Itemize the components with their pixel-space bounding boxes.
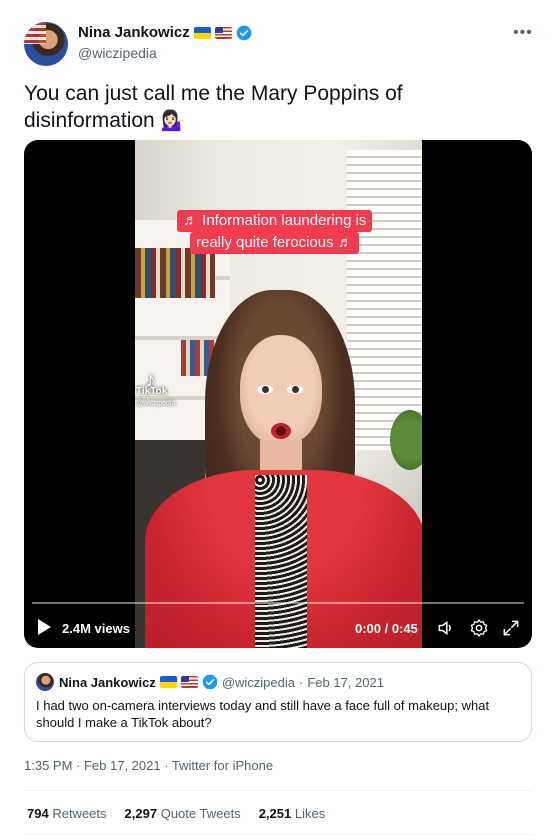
ukraine-flag-icon: [193, 26, 211, 39]
quoted-text: I had two on-camera interviews today and…: [36, 698, 490, 730]
window-blinds: [347, 150, 422, 450]
retweets-stat[interactable]: 794 Retweets: [27, 806, 107, 821]
quoted-header: Nina Jankowicz @wiczipedia · Feb 17, 202…: [59, 674, 384, 690]
quote-tweets-stat[interactable]: 2,297 Quote Tweets: [125, 806, 241, 821]
quote-tweets-count: 2,297: [124, 806, 158, 821]
quoted-author-name: Nina Jankowicz: [59, 674, 156, 690]
plant: [390, 410, 422, 470]
retweets-label: Retweets: [52, 806, 107, 821]
quoted-tweet[interactable]: Nina Jankowicz @wiczipedia · Feb 17, 202…: [24, 662, 532, 742]
tipping-hand-emoji: 💁🏻‍♀️: [160, 110, 186, 132]
play-icon[interactable]: [38, 619, 51, 635]
books: [135, 248, 215, 298]
quoted-separator: ·: [298, 674, 304, 690]
volume-icon[interactable]: [436, 618, 456, 638]
tweet-text: You can just call me the Mary Poppins of…: [24, 80, 534, 135]
likes-count: 2,251: [258, 806, 292, 821]
likes-stat[interactable]: 2,251 Likes: [259, 806, 326, 821]
tiktok-watermark-text: TikTok: [136, 386, 168, 397]
right-eye: [287, 385, 303, 394]
video-caption-line2: really quite ferocious ♬: [190, 232, 359, 254]
engagement-stats: 794 Retweets 2,297 Quote Tweets 2,251 Li…: [27, 806, 325, 821]
divider: [24, 834, 533, 835]
avatar-flag-detail: [24, 22, 46, 44]
verified-badge-icon: [202, 674, 218, 690]
verified-badge-icon: [236, 25, 252, 40]
ukraine-flag-icon: [159, 676, 177, 688]
video-progress-bar[interactable]: [32, 602, 524, 604]
view-count: 2.4M views: [62, 621, 130, 636]
tiktok-logo-icon: ♪: [145, 367, 156, 392]
video-caption-line1: ♬ Information laundering is: [177, 210, 373, 232]
video-player[interactable]: ♬ Information laundering is really quite…: [24, 140, 532, 648]
quoted-avatar: [36, 673, 54, 691]
retweets-count: 794: [27, 806, 49, 821]
quoted-handle: @wiczipedia: [221, 674, 295, 690]
likes-label: Likes: [294, 806, 326, 821]
tiktok-watermark-handle: @wiczipedia: [136, 400, 176, 407]
fullscreen-icon[interactable]: [501, 618, 521, 638]
author-name-row[interactable]: Nina Jankowicz: [78, 24, 252, 41]
video-time: 0:00 / 0:45: [355, 621, 418, 636]
divider: [24, 790, 533, 791]
settings-icon[interactable]: [469, 618, 489, 638]
us-flag-icon: [214, 26, 232, 39]
video-controls: 2.4M views 0:00 / 0:45: [24, 610, 532, 648]
author-name[interactable]: Nina Jankowicz: [78, 24, 190, 41]
mouth: [271, 423, 291, 439]
tiktok-watermark: ♪ TikTok @wiczipedia: [136, 367, 176, 410]
quoted-date: Feb 17, 2021: [307, 674, 384, 690]
avatar[interactable]: [24, 22, 68, 66]
tweet-body: You can just call me the Mary Poppins of…: [24, 82, 403, 132]
tweet-timestamp[interactable]: 1:35 PM · Feb 17, 2021 · Twitter for iPh…: [24, 758, 273, 773]
quote-tweets-label: Quote Tweets: [160, 806, 241, 821]
more-horizontal-icon[interactable]: •••: [513, 24, 533, 42]
author-handle[interactable]: @wiczipedia: [78, 45, 157, 61]
left-eye: [257, 385, 273, 394]
us-flag-icon: [180, 676, 198, 688]
